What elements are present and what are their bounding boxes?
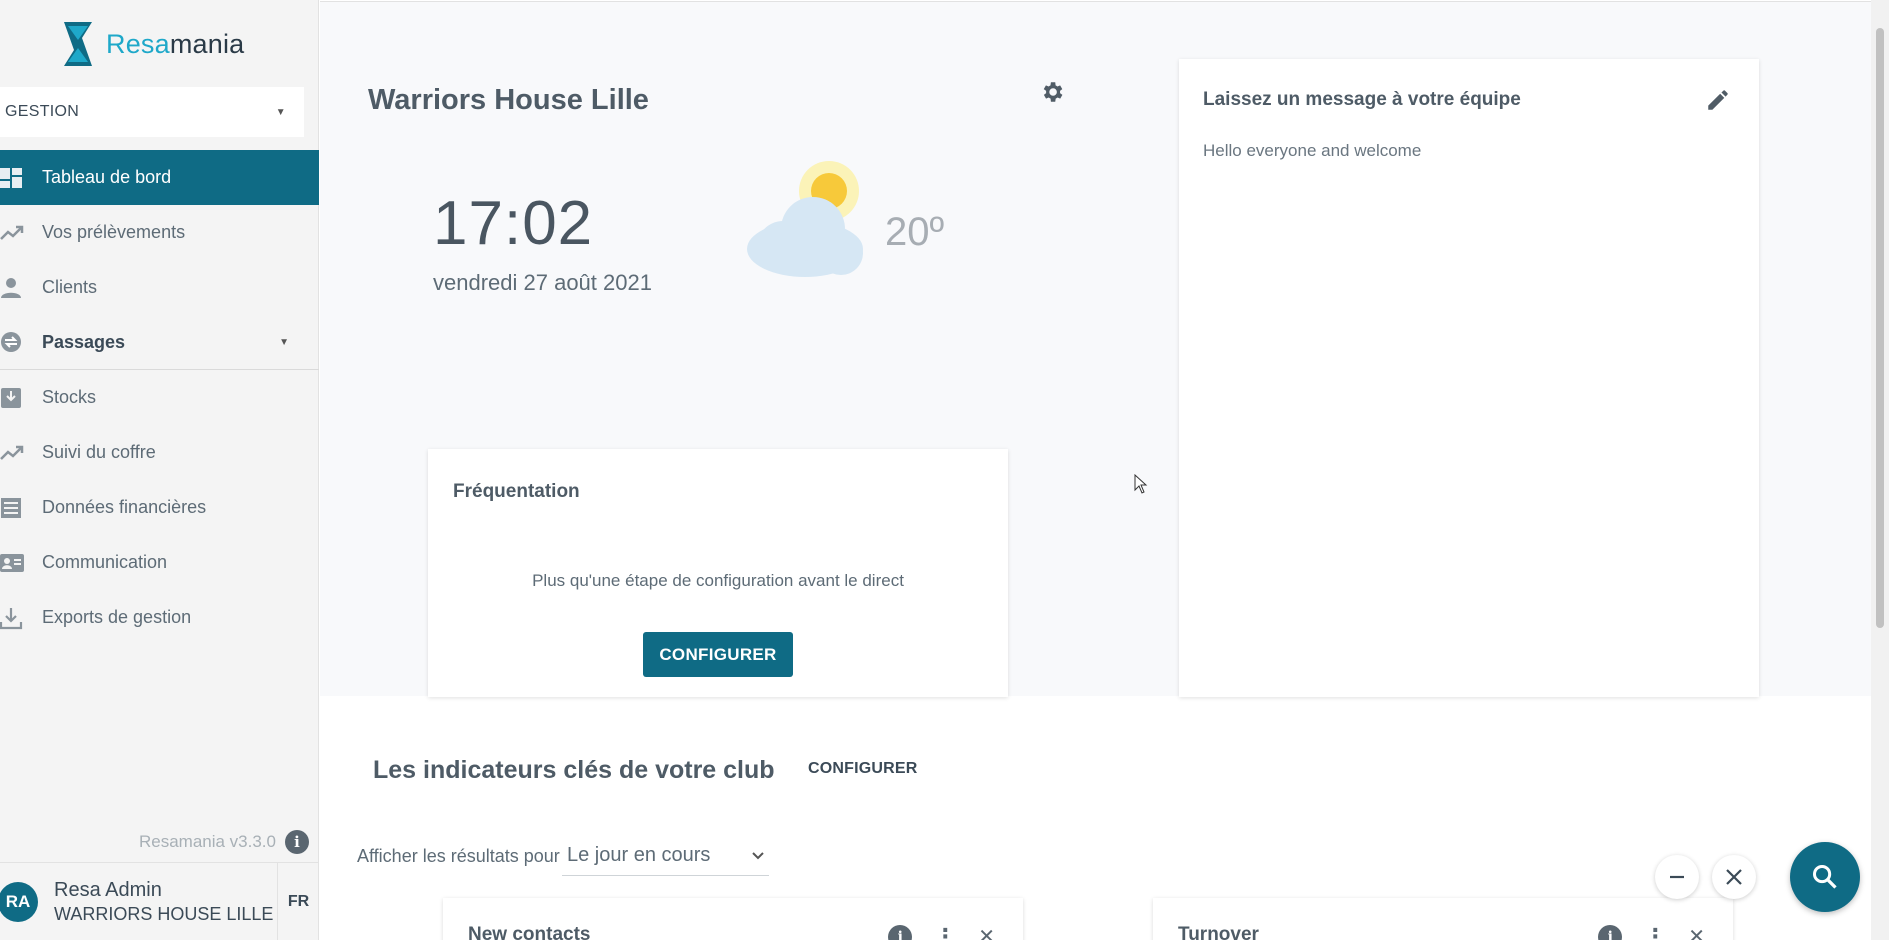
minus-icon [1670,875,1684,879]
nav-label: Exports de gestion [42,607,192,627]
nav-label: Clients [42,277,98,297]
dashboard-header-panel: Warriors House Lille 17:02 vendredi 27 a… [320,1,1871,697]
search-icon [1812,864,1837,889]
indicators-configure-button[interactable]: CONFIGURER [808,760,918,778]
period-select[interactable]: Le jour en cours [562,836,769,876]
avatar[interactable]: RA [0,881,38,922]
mouse-cursor-icon [1134,474,1148,494]
scrollbar-thumb[interactable] [1876,28,1884,628]
configure-button[interactable]: CONFIGURER [643,632,793,677]
nav-label: Données financières [42,497,207,517]
nav-label: Vos prélèvements [42,222,186,242]
mode-select-value: GESTION [5,103,80,120]
more-vert-icon[interactable]: ⋮ [1644,925,1666,940]
sidebar: Resamania GESTION ▼ Tableau de bord Vos … [0,0,319,940]
nav-item-vos-prelevements[interactable]: Vos prélèvements [0,205,319,260]
widget-new-contacts: New contacts i ⋮ ✕ [443,898,1023,940]
nav-label: Passages [42,331,126,352]
widget-turnover: Turnover i ⋮ ✕ [1153,898,1733,940]
caret-down-icon: ▼ [279,336,289,348]
close-icon[interactable]: ✕ [978,924,995,940]
swap-icon [0,330,24,354]
widget-actions: i ⋮ ✕ [888,924,995,940]
more-vert-icon[interactable]: ⋮ [934,925,956,940]
nav-item-tableau-de-bord[interactable]: Tableau de bord [0,150,319,205]
brand-logo[interactable]: Resamania [62,19,244,69]
nav-label: Stocks [42,387,97,407]
team-message-body: Hello everyone and welcome [1203,141,1422,160]
mode-select[interactable]: GESTION ▼ [0,87,304,137]
filter-label: Afficher les résultats pour [357,846,560,866]
version-label: Resamania v3.3.0 [138,832,276,851]
nav-item-communication[interactable]: Communication [0,535,319,590]
temperature: 20º [885,210,945,254]
nav-item-exports-de-gestion[interactable]: Exports de gestion [0,590,319,645]
list-icon [0,496,24,520]
frequentation-message: Plus qu'une étape de configuration avant… [532,571,904,590]
minimize-button[interactable] [1655,855,1699,899]
caret-down-icon: ▼ [275,106,286,118]
info-icon[interactable]: i [1598,924,1623,940]
app-version: Resamania v3.3.0 i [139,830,309,854]
page-title: Warriors House Lille [368,84,649,116]
user-info[interactable]: Resa Admin WARRIORS HOUSE LILLE [54,879,273,925]
widget-actions: i ⋮ ✕ [1598,924,1705,940]
clock-time: 17:02 [433,189,594,258]
card-title: Fréquentation [453,481,580,502]
download-icon [0,606,24,630]
close-button[interactable] [1712,855,1756,899]
info-icon[interactable]: i [285,830,309,854]
nav-label: Suivi du coffre [42,442,156,462]
nav-item-clients[interactable]: Clients [0,260,319,315]
user-bar: RA Resa Admin WARRIORS HOUSE LILLE FR [0,862,319,940]
search-button[interactable] [1790,842,1860,912]
gear-icon[interactable] [1039,79,1065,105]
inbox-download-icon [0,386,24,410]
nav-item-suivi-du-coffre[interactable]: Suivi du coffre [0,425,319,480]
chevron-down-icon [752,851,764,859]
language-switch[interactable]: FR [277,863,319,940]
nav-label: Communication [42,552,168,572]
close-icon [1726,869,1742,885]
card-title: Laissez un message à votre équipe [1203,89,1521,110]
team-message-card: Laissez un message à votre équipe Hello … [1179,59,1759,697]
main-nav: Tableau de bord Vos prélèvements Clients… [0,150,319,645]
pencil-icon[interactable] [1705,87,1731,113]
close-icon[interactable]: ✕ [1688,924,1705,940]
page-scrollbar[interactable] [1871,0,1889,940]
contact-card-icon [0,551,24,575]
person-icon [0,276,24,300]
indicators-title: Les indicateurs clés de votre club [373,756,775,784]
brand-name: Resamania [106,28,245,59]
user-name: Resa Admin [54,878,162,901]
nav-item-passages[interactable]: Passages ▼ [0,315,319,370]
resamania-logo-icon [64,22,92,66]
period-select-value: Le jour en cours [567,844,711,866]
widget-title: New contacts [468,924,591,940]
trending-up-icon [0,441,24,465]
clock-date: vendredi 27 août 2021 [433,270,652,295]
dashboard-icon [0,166,24,190]
nav-item-donnees-financieres[interactable]: Données financières [0,480,319,535]
nav-label: Tableau de bord [42,167,172,187]
nav-item-stocks[interactable]: Stocks [0,370,319,425]
widget-title: Turnover [1178,924,1259,940]
trending-up-icon [0,221,24,245]
frequentation-card: Fréquentation Plus qu'une étape de confi… [428,449,1008,697]
partly-cloudy-icon [747,161,863,277]
user-club: WARRIORS HOUSE LILLE [54,903,274,924]
info-icon[interactable]: i [888,924,913,940]
